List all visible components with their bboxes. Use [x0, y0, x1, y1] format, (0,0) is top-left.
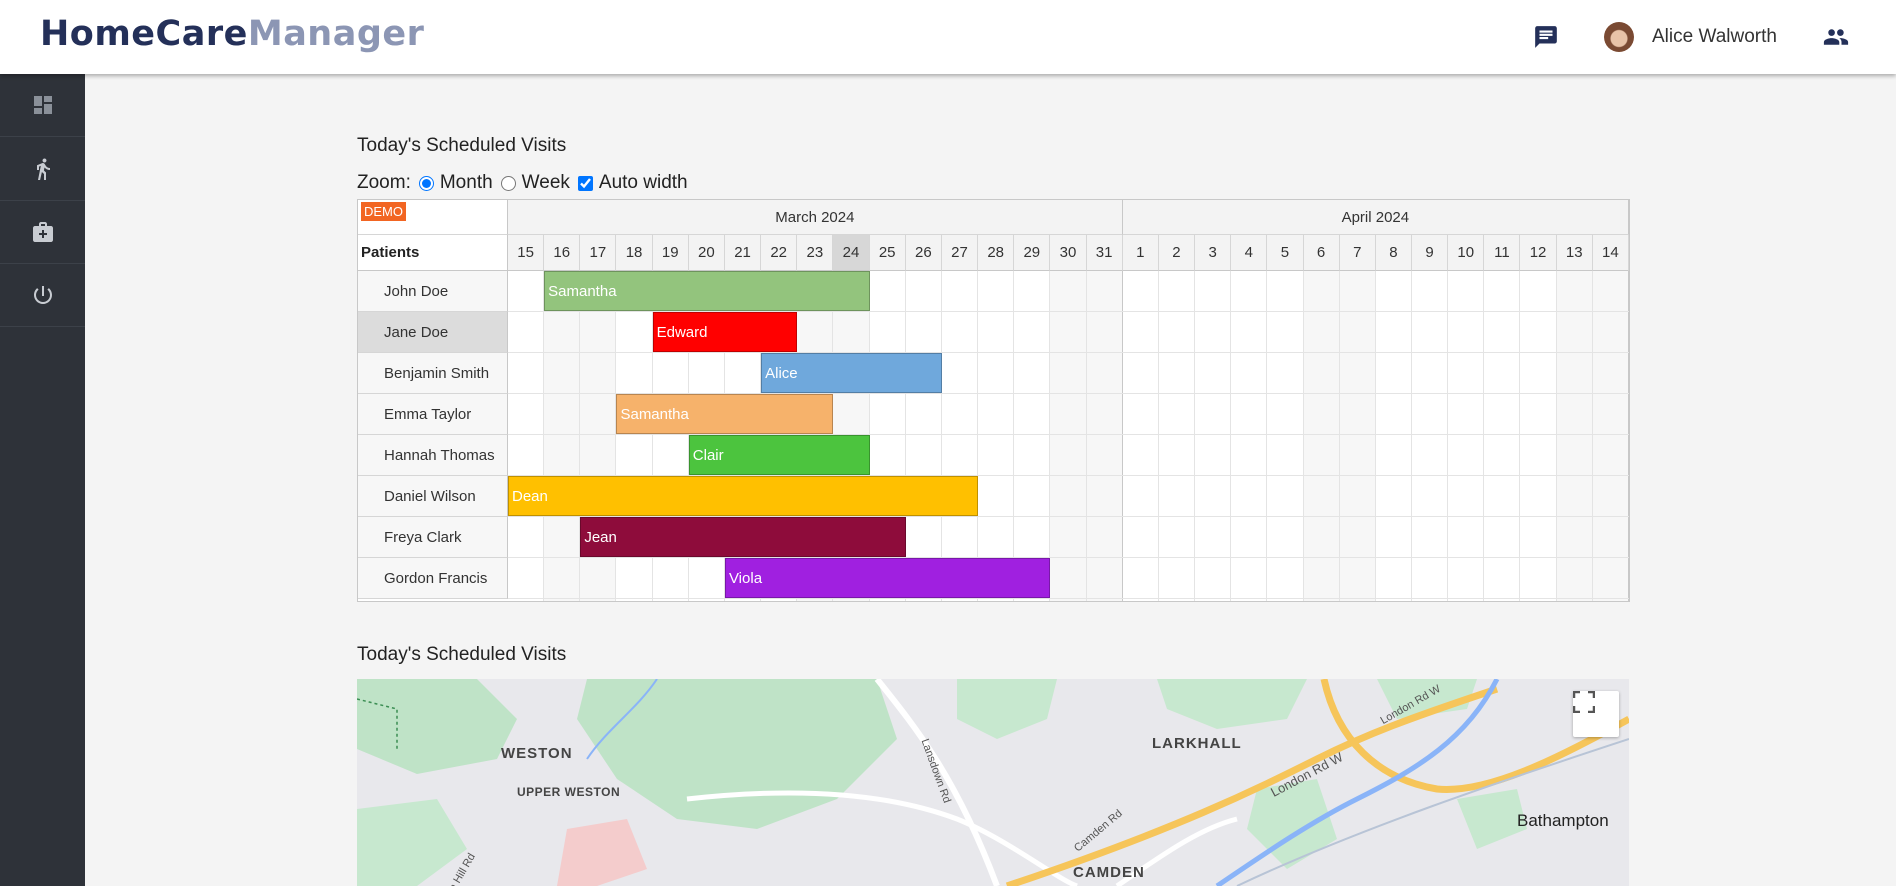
- map-label-bathampton: Bathampton: [1517, 811, 1609, 830]
- power-icon: [33, 286, 52, 304]
- map-label-upper-weston: UPPER WESTON: [517, 785, 621, 799]
- zoom-controls: Zoom: Month Week Auto width: [357, 172, 692, 194]
- map-label-larkhall: LARKHALL: [1152, 735, 1242, 752]
- sidebar-item-logout[interactable]: [0, 264, 85, 327]
- visit-bar[interactable]: Dean: [508, 476, 979, 516]
- patient-row[interactable]: Daniel Wilson: [358, 476, 508, 517]
- day-header: 29: [1014, 235, 1051, 271]
- sidebar-item-visits[interactable]: [0, 201, 85, 264]
- day-header: 21: [724, 235, 762, 271]
- visits-map[interactable]: WESTON UPPER WESTON LARKHALL CAMDEN Bath…: [357, 679, 1629, 886]
- day-header: 7: [1339, 235, 1376, 271]
- patients-header: Patients: [358, 235, 508, 271]
- patient-row[interactable]: Freya Clark: [358, 517, 508, 558]
- sidebar: [0, 74, 85, 886]
- grid-row: [508, 435, 1629, 476]
- day-header: 9: [1412, 235, 1449, 271]
- zoom-week-radio[interactable]: [500, 175, 516, 191]
- day-header: 28: [978, 235, 1015, 271]
- app-logo[interactable]: HomeCareManager: [40, 14, 424, 54]
- day-header: 22: [761, 235, 798, 271]
- day-header: 17: [580, 235, 617, 271]
- schedule-title: Today's Scheduled Visits: [357, 135, 567, 156]
- map-title: Today's Scheduled Visits: [357, 644, 567, 665]
- day-header: 12: [1520, 235, 1557, 271]
- patient-row[interactable]: Benjamin Smith: [358, 353, 508, 394]
- walking-person-icon: [36, 158, 50, 180]
- auto-width-label[interactable]: Auto width: [599, 172, 688, 194]
- grid-row: [508, 353, 1629, 394]
- day-header: 10: [1448, 235, 1485, 271]
- visit-bar[interactable]: Jean: [580, 517, 906, 557]
- patient-row[interactable]: Hannah Thomas: [358, 435, 508, 476]
- day-header: 15: [508, 235, 545, 271]
- patient-row[interactable]: John Doe: [358, 271, 508, 312]
- day-header: 6: [1303, 235, 1340, 271]
- day-header: 8: [1375, 235, 1412, 271]
- patient-row[interactable]: Emma Taylor: [358, 394, 508, 435]
- day-header: 25: [869, 235, 906, 271]
- day-header: 2: [1158, 235, 1196, 271]
- visit-bar[interactable]: Samantha: [616, 394, 834, 434]
- visit-bar[interactable]: Samantha: [544, 271, 870, 311]
- patient-row[interactable]: Gordon Francis: [358, 558, 508, 599]
- day-header: 5: [1267, 235, 1304, 271]
- day-header: 3: [1195, 235, 1232, 271]
- avatar[interactable]: [1604, 22, 1634, 52]
- dashboard-icon: [33, 96, 52, 114]
- day-header: 13: [1556, 235, 1593, 271]
- map-tiles: [357, 679, 1629, 886]
- visit-bar[interactable]: Viola: [724, 558, 1051, 598]
- demo-badge: DEMO: [361, 202, 406, 221]
- day-header: 20: [688, 235, 725, 271]
- day-header: 18: [616, 235, 653, 271]
- chat-icon[interactable]: [1532, 24, 1560, 50]
- day-header: 23: [797, 235, 834, 271]
- username[interactable]: Alice Walworth: [1652, 26, 1777, 48]
- map-label-camden: CAMDEN: [1073, 864, 1145, 881]
- day-header: 16: [544, 235, 581, 271]
- zoom-month-label[interactable]: Month: [440, 172, 493, 194]
- visit-bar[interactable]: Edward: [652, 312, 798, 352]
- auto-width-checkbox[interactable]: [577, 175, 593, 191]
- day-header: 26: [905, 235, 942, 271]
- medical-bag-icon: [32, 222, 53, 242]
- day-header: 30: [1050, 235, 1087, 271]
- grid-row: [508, 558, 1629, 599]
- visit-bar[interactable]: Clair: [688, 435, 870, 475]
- logo-part-1: HomeCare: [40, 14, 248, 54]
- zoom-month-radio[interactable]: [418, 175, 434, 191]
- sidebar-item-dashboard[interactable]: [0, 74, 85, 137]
- day-header: 14: [1592, 235, 1629, 271]
- logo-part-2: Manager: [247, 14, 425, 54]
- people-icon[interactable]: [1822, 26, 1850, 48]
- month-header: March 2024: [508, 200, 1123, 235]
- day-header: 11: [1484, 235, 1521, 271]
- top-bar: HomeCareManager Alice Walworth: [0, 0, 1896, 74]
- map-fullscreen-button[interactable]: [1573, 691, 1619, 737]
- sidebar-item-patients[interactable]: [0, 138, 85, 201]
- gantt-chart: DEMO Patients 15 16 17 18 19 20 21 22 23 24 25 26 27…: [357, 199, 1630, 602]
- day-header: 1: [1122, 235, 1159, 271]
- day-header: 24: [833, 235, 870, 271]
- day-header: 19: [652, 235, 689, 271]
- patient-row[interactable]: Jane Doe: [358, 312, 508, 353]
- day-header: 31: [1086, 235, 1123, 271]
- zoom-week-label[interactable]: Week: [522, 172, 570, 194]
- map-label-weston: WESTON: [501, 745, 573, 762]
- fullscreen-icon: [1573, 691, 1595, 713]
- visit-bar[interactable]: Alice: [761, 353, 942, 393]
- zoom-label: Zoom:: [357, 172, 411, 193]
- day-header: 27: [941, 235, 979, 271]
- day-header: 4: [1231, 235, 1268, 271]
- month-header: April 2024: [1122, 200, 1629, 235]
